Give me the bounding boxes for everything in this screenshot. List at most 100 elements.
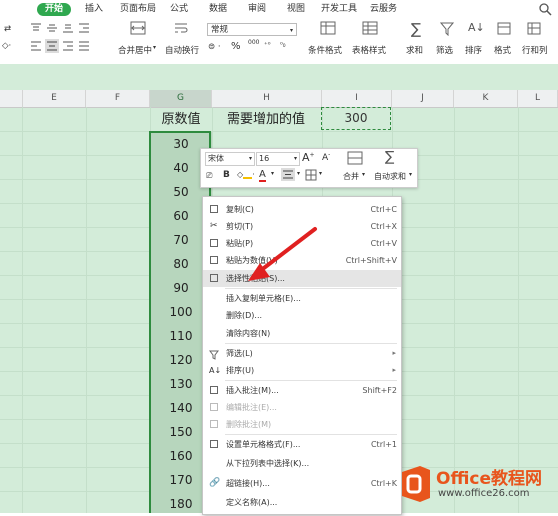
- tab-review[interactable]: 审阅: [248, 3, 266, 16]
- merge-icon: [347, 151, 363, 168]
- align-center-icon[interactable]: [45, 39, 59, 53]
- number-format-select[interactable]: 常规 ▾: [207, 23, 297, 36]
- menu-separator: [225, 288, 397, 289]
- annotation-arrow: [248, 227, 317, 281]
- column-header-e[interactable]: E: [23, 90, 86, 107]
- format-painter-icon[interactable]: ⎚: [206, 171, 212, 181]
- gridline: [454, 107, 455, 513]
- align-top-icon[interactable]: [30, 23, 42, 36]
- align-right-icon[interactable]: [62, 41, 74, 54]
- menu-item-pick-from-list[interactable]: 从下拉列表中选择(K)...: [203, 455, 401, 472]
- chevron-down-icon[interactable]: ▾: [409, 171, 412, 178]
- align-middle-icon[interactable]: [46, 23, 58, 36]
- align-bottom-icon[interactable]: [62, 23, 74, 36]
- mini-toolbar: 宋体 ▾ 16 ▾ A+ A- ∑ ⎚ B ◇ · A ▾ ▾ ▾ 合并 ▾ 自动求和…: [200, 148, 418, 188]
- chevron-down-icon[interactable]: ▾: [362, 171, 365, 178]
- menu-item-filter[interactable]: 筛选(L) ▸: [203, 345, 401, 362]
- tab-view[interactable]: 视图: [287, 3, 305, 16]
- tab-cloud[interactable]: 云服务: [370, 3, 397, 16]
- menu-item-hyperlink[interactable]: 🔗 超链接(H)... Ctrl+K: [203, 475, 401, 492]
- chevron-down-icon[interactable]: ▾: [297, 170, 300, 177]
- link-icon: 🔗: [209, 478, 221, 488]
- ribbon-toolbar: ⇄ ◇· 合并居中 ▾ 自动换行 常规 ▾ ⊜ · % 000 ⁺⁰ ⁰₀ 条件格…: [0, 18, 558, 65]
- thousand-separator-button[interactable]: 000: [248, 39, 259, 46]
- column-header-h[interactable]: H: [212, 90, 322, 107]
- align-center-icon[interactable]: [281, 168, 295, 181]
- menu-item-insert-comment[interactable]: 插入批注(M)... Shift+F2: [203, 382, 401, 399]
- column-header-g[interactable]: G: [150, 90, 212, 107]
- merge-center-dropdown-icon[interactable]: ▾: [153, 44, 156, 51]
- delete-comment-icon: [210, 420, 218, 428]
- font-color-button[interactable]: A: [259, 169, 266, 182]
- chevron-down-icon[interactable]: ▾: [319, 170, 322, 177]
- align-left-icon[interactable]: [30, 41, 42, 54]
- search-icon[interactable]: [538, 2, 552, 19]
- merge-button[interactable]: 合并: [343, 171, 359, 182]
- column-header-j[interactable]: J: [392, 90, 454, 107]
- indent-icon[interactable]: [78, 23, 90, 36]
- tab-developer[interactable]: 开发工具: [321, 3, 357, 16]
- menu-item-copy[interactable]: 复制(C) Ctrl+C: [203, 201, 401, 218]
- autosum-button[interactable]: 自动求和: [374, 171, 406, 182]
- menu-item-sort[interactable]: A↓ 排序(U) ▸: [203, 362, 401, 379]
- column-header-f[interactable]: F: [86, 90, 150, 107]
- conditional-format-button[interactable]: 条件格式: [308, 44, 342, 56]
- copy-icon: [210, 205, 218, 213]
- menu-item-delete[interactable]: 删除(D)...: [203, 307, 401, 324]
- cell-h-header[interactable]: 需要增加的值: [212, 109, 320, 131]
- table-style-button[interactable]: 表格样式: [352, 44, 386, 56]
- chevron-down-icon: ▾: [248, 155, 252, 162]
- decrease-font-icon[interactable]: A-: [322, 151, 330, 163]
- menu-item-define-name[interactable]: 定义名称(A)...: [203, 494, 401, 511]
- chevron-down-icon: ▾: [289, 27, 293, 34]
- decrease-decimal-icon[interactable]: ⁰₀: [280, 41, 286, 49]
- comment-icon: [210, 386, 218, 394]
- menu-item-edit-comment[interactable]: 编辑批注(E)...: [203, 399, 401, 416]
- cell-i-copied-value[interactable]: 300: [321, 107, 391, 130]
- corner-header[interactable]: [0, 90, 23, 107]
- menu-item-clear-contents[interactable]: 清除内容(N): [203, 325, 401, 342]
- wrap-text-button[interactable]: 自动换行: [165, 44, 199, 56]
- border-icon[interactable]: [305, 169, 317, 184]
- submenu-arrow-icon: ▸: [392, 366, 396, 374]
- column-header-i[interactable]: I: [322, 90, 392, 107]
- fill-icon[interactable]: ◇·: [2, 41, 11, 51]
- rows-columns-button[interactable]: 行和列: [522, 44, 548, 56]
- column-header-bar: E F G H I J K L: [0, 90, 558, 108]
- gridline: [86, 107, 87, 513]
- tab-data[interactable]: 数据: [209, 3, 227, 16]
- font-size-select[interactable]: 16 ▾: [256, 152, 300, 166]
- sort-button[interactable]: 排序: [465, 44, 482, 56]
- merge-center-icon: [130, 21, 146, 38]
- tab-home[interactable]: 开始: [37, 3, 72, 16]
- menu-item-format-cells[interactable]: 设置单元格格式(F)... Ctrl+1: [203, 436, 401, 453]
- justify-icon[interactable]: [78, 41, 90, 54]
- tab-page-layout[interactable]: 页面布局: [120, 3, 156, 16]
- menu-item-delete-comment[interactable]: 删除批注(M): [203, 416, 401, 433]
- currency-icon[interactable]: ⊜ ·: [208, 42, 221, 52]
- bold-button[interactable]: B: [223, 170, 230, 180]
- increase-font-icon[interactable]: A+: [302, 151, 315, 164]
- font-family-select[interactable]: 宋体 ▾: [205, 152, 255, 166]
- format-button[interactable]: 格式: [494, 44, 511, 56]
- rows-columns-icon: [527, 22, 541, 38]
- menu-item-insert-copied-cells[interactable]: 插入复制单元格(E)...: [203, 290, 401, 307]
- percent-button[interactable]: %: [231, 41, 241, 52]
- tab-insert[interactable]: 插入: [85, 3, 103, 16]
- sum-button[interactable]: 求和: [406, 44, 423, 56]
- merge-center-button[interactable]: 合并居中: [118, 44, 152, 56]
- column-header-k[interactable]: K: [454, 90, 518, 107]
- cell-g-header[interactable]: 原数值: [150, 109, 212, 131]
- gridline: [22, 107, 23, 513]
- watermark-brand: Office教程网: [436, 469, 543, 489]
- sort-icon: A↓: [209, 366, 222, 375]
- tab-formula[interactable]: 公式: [170, 3, 188, 16]
- filter-button[interactable]: 筛选: [436, 44, 453, 56]
- edit-comment-icon: [210, 403, 218, 411]
- chevron-down-icon[interactable]: ▾: [271, 170, 274, 177]
- format-painter-icon[interactable]: ⇄: [4, 24, 11, 34]
- font-family-value: 宋体: [208, 154, 224, 163]
- increase-decimal-icon[interactable]: ⁺⁰: [264, 41, 271, 49]
- column-header-l[interactable]: L: [518, 90, 558, 107]
- fill-color-icon[interactable]: ◇ ·: [237, 170, 255, 179]
